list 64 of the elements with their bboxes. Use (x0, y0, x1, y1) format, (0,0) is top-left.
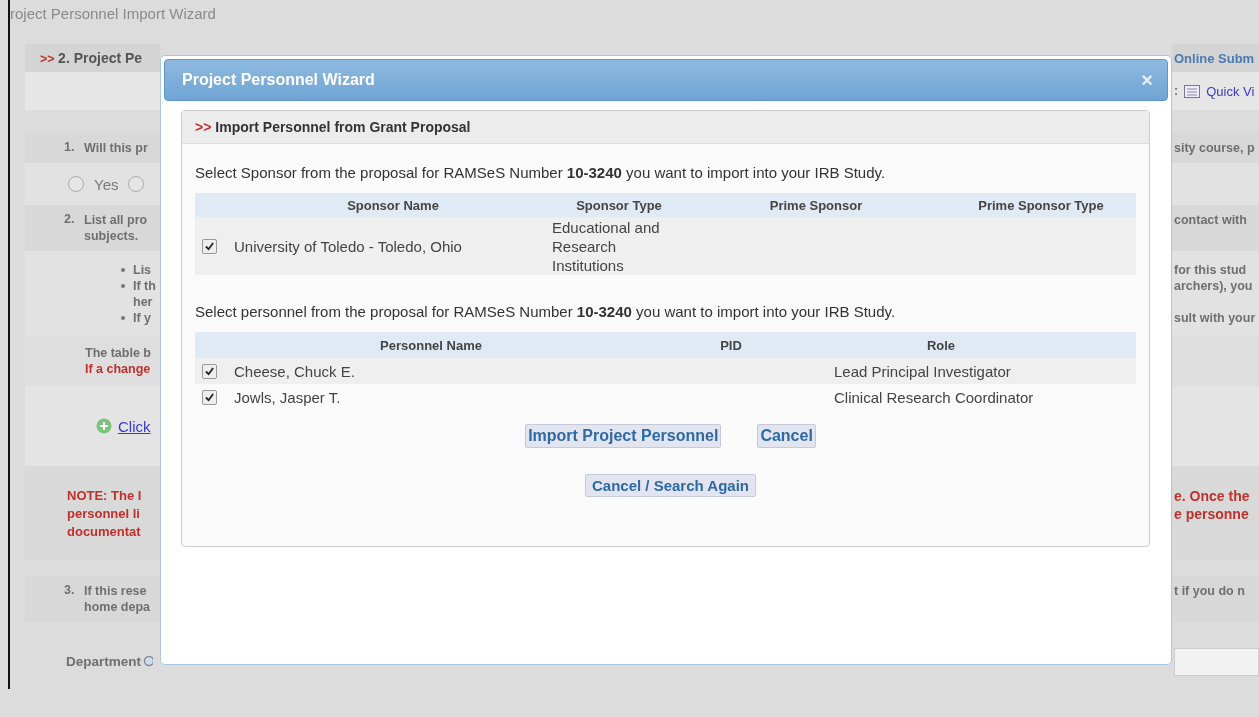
note-text: documentat (67, 522, 142, 541)
window-title: roject Personnel Import Wizard (10, 4, 217, 24)
column-header: Prime Sponsor Type (977, 196, 1105, 215)
question-number: 3. (64, 583, 75, 597)
table-cell-text: Cheese, Chuck E. (234, 361, 356, 381)
note-text: personnel li (67, 504, 141, 523)
online-submission-tab[interactable]: Online Subm (1174, 50, 1259, 66)
search-again-button[interactable]: Cancel / Search Again (585, 474, 756, 497)
question-number: 1. (64, 140, 75, 154)
separator-text: : (1174, 84, 1179, 98)
add-icon[interactable] (96, 418, 112, 434)
section-marker: >> (40, 52, 55, 66)
column-header: Sponsor Type (575, 196, 663, 215)
question-text: subjects. (84, 228, 139, 244)
radio-button[interactable] (128, 176, 145, 192)
question-text: If this rese (84, 583, 147, 599)
table-cell-text: University of Toledo - Toledo, Ohio (234, 236, 463, 256)
list-text: sult with your (1174, 309, 1257, 326)
question-text: contact with (1174, 212, 1248, 228)
list-text: If y (133, 309, 152, 326)
panel-title: Import Personnel from Grant Proposal (215, 119, 471, 135)
checkbox[interactable] (202, 363, 217, 379)
note-text: e. Once the (1174, 486, 1251, 505)
checkbox[interactable] (202, 389, 217, 405)
checkbox[interactable] (202, 238, 217, 254)
search-icon[interactable] (143, 655, 153, 669)
note-text: If a change (85, 361, 152, 377)
import-button[interactable]: Import Project Personnel (525, 424, 722, 448)
cancel-button[interactable]: Cancel (757, 424, 816, 448)
question-number: 2. (64, 212, 75, 226)
column-header: Personnel Name (379, 336, 483, 355)
list-text: her (133, 293, 153, 310)
column-header: Role (925, 336, 957, 355)
list-text: archers), you (1174, 277, 1254, 294)
question-text: sity course, p (1174, 140, 1256, 156)
sponsor-prompt: Select Sponsor from the proposal for RAMSeS Number 10-3240 you want to import into your IRB Study. (195, 164, 887, 181)
list-text: for this stud (1174, 261, 1248, 278)
column-header: Prime Sponsor (768, 196, 864, 215)
list-text: Lis (133, 261, 152, 278)
table-cell-text: Educational and Research Institutions (552, 217, 661, 275)
question-text: Will this pr (84, 140, 148, 156)
field-label: Department (66, 654, 141, 670)
quick-view-link[interactable]: Quick Vi (1206, 83, 1255, 99)
note-text: NOTE: The I (67, 486, 143, 505)
note-text: e personne (1174, 504, 1250, 523)
add-link[interactable]: Click (118, 417, 151, 435)
question-text: List all pro (84, 212, 148, 228)
note-text: The table b (85, 345, 152, 361)
department-field[interactable] (1174, 648, 1259, 676)
column-header: Sponsor Name (346, 196, 440, 215)
table-cell-text: Lead Principal Investigator (834, 361, 1012, 381)
list-text: If th (133, 277, 156, 294)
list-icon[interactable] (1184, 84, 1201, 98)
column-header: PID (719, 336, 743, 355)
question-text: home depa (84, 599, 150, 615)
dialog-title: Project Personnel Wizard (182, 71, 375, 89)
radio-button[interactable] (68, 176, 84, 192)
table-cell-text: Jowls, Jasper T. (234, 387, 342, 407)
radio-label: Yes (94, 175, 119, 193)
personnel-prompt: Select personnel from the proposal for RAMSeS Number 10-3240 you want to import into your IRB Study. (195, 303, 897, 320)
section-title: 2. Project Pe (58, 50, 143, 66)
table-cell-text: Clinical Research Coordinator (834, 387, 1035, 407)
section-marker: >> (195, 119, 212, 135)
question-text: t if you do n (1174, 583, 1246, 599)
